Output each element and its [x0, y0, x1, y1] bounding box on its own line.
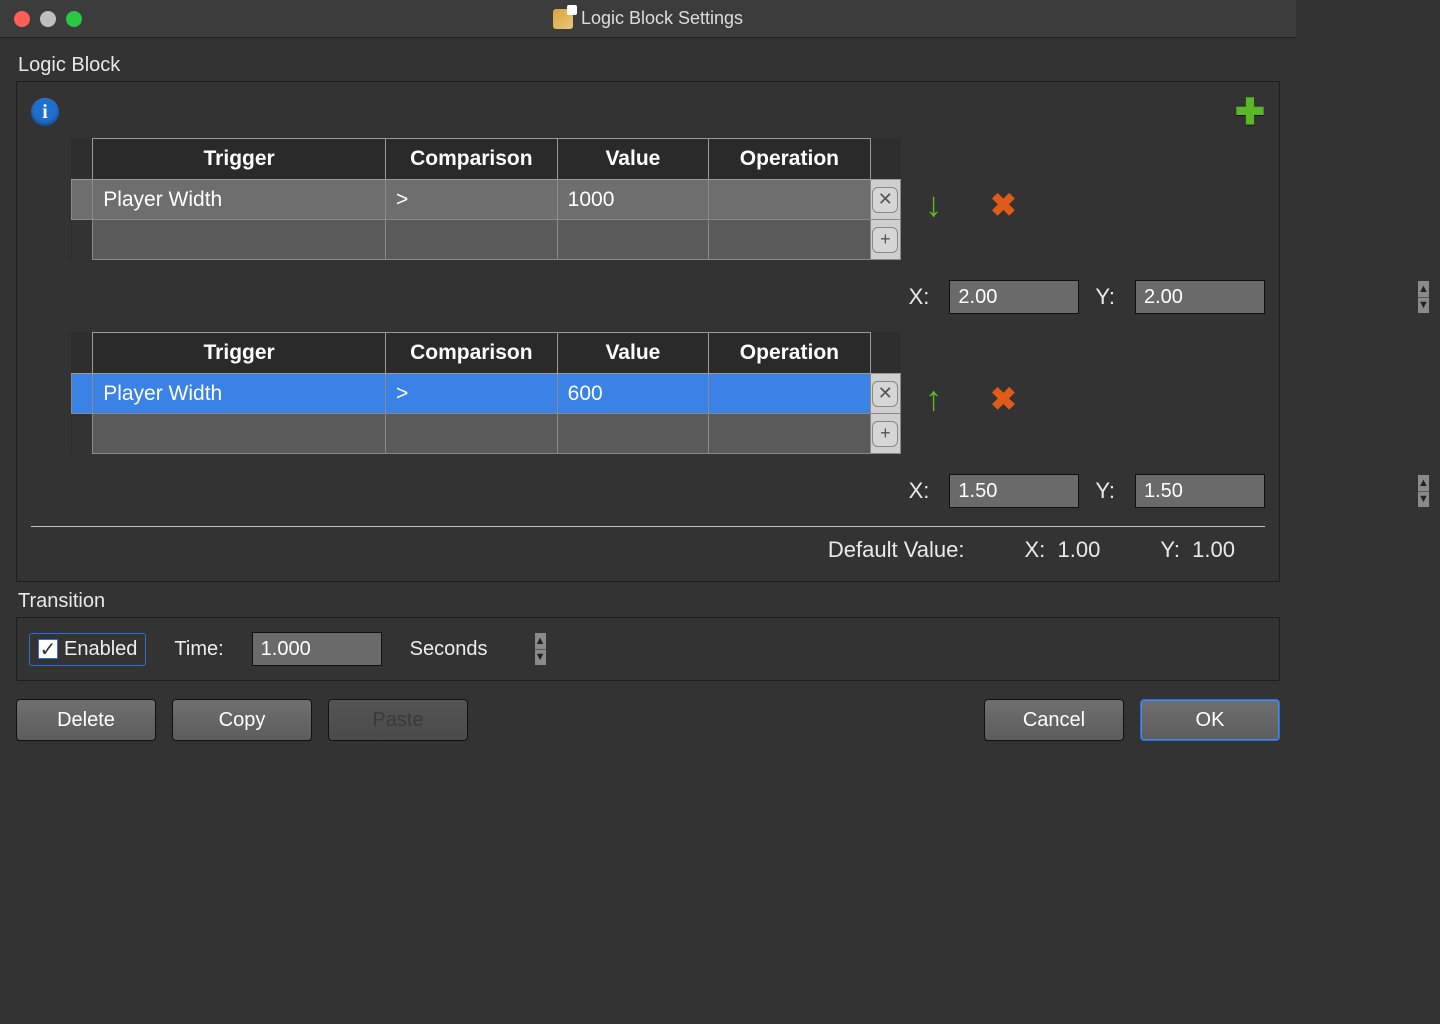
- x-spinner[interactable]: ▲▼: [949, 474, 1079, 508]
- cell-value[interactable]: 600: [557, 374, 708, 414]
- default-y-label: Y:: [1160, 537, 1180, 562]
- col-value: Value: [557, 333, 708, 374]
- y-input[interactable]: [1136, 475, 1417, 507]
- cell-trigger[interactable]: Player Width: [93, 180, 386, 220]
- default-x-value: 1.00: [1058, 537, 1101, 562]
- time-label: Time:: [174, 638, 223, 661]
- add-row-button[interactable]: +: [872, 421, 898, 447]
- remove-block-button[interactable]: ✖: [990, 186, 1017, 224]
- time-spinner[interactable]: ▲▼: [252, 632, 382, 666]
- empty-row: +: [72, 220, 901, 260]
- cell-trigger[interactable]: Player Width: [93, 374, 386, 414]
- default-x-label: X:: [1025, 537, 1046, 562]
- cell-comparison[interactable]: >: [386, 374, 558, 414]
- y-spinner[interactable]: ▲▼: [1135, 280, 1265, 314]
- enabled-label: Enabled: [64, 638, 137, 661]
- condition-table: Trigger Comparison Value Operation Playe…: [71, 332, 901, 454]
- y-label: Y:: [1095, 284, 1115, 310]
- move-up-button[interactable]: ↑: [925, 382, 942, 416]
- spin-up[interactable]: ▲: [535, 633, 546, 650]
- spin-down[interactable]: ▼: [1418, 492, 1429, 508]
- remove-row-button[interactable]: ✕: [872, 381, 898, 407]
- y-spinner[interactable]: ▲▼: [1135, 474, 1265, 508]
- remove-row-button[interactable]: ✕: [872, 187, 898, 213]
- app-icon: [553, 9, 573, 29]
- col-trigger: Trigger: [93, 139, 386, 180]
- drag-handle-icon[interactable]: [72, 180, 93, 220]
- y-input[interactable]: [1136, 281, 1417, 313]
- condition-row[interactable]: Player Width > 600 ✕: [72, 374, 901, 414]
- condition-block: Trigger Comparison Value Operation Playe…: [31, 332, 1265, 508]
- y-label: Y:: [1095, 478, 1115, 504]
- condition-row[interactable]: Player Width > 1000 ✕: [72, 180, 901, 220]
- delete-button[interactable]: Delete: [16, 699, 156, 741]
- logic-block-section-label: Logic Block: [18, 54, 1280, 77]
- cell-operation[interactable]: [709, 180, 871, 220]
- col-comparison: Comparison: [386, 333, 558, 374]
- col-operation: Operation: [709, 333, 871, 374]
- logic-block-panel: i ✚ Trigger Comparison Value Operation: [16, 81, 1280, 582]
- paste-button: Paste: [328, 699, 468, 741]
- spin-up[interactable]: ▲: [1418, 281, 1429, 298]
- default-value-label: Default Value:: [828, 537, 965, 563]
- remove-block-button[interactable]: ✖: [990, 380, 1017, 418]
- copy-button[interactable]: Copy: [172, 699, 312, 741]
- add-block-button[interactable]: ✚: [1235, 94, 1265, 130]
- ok-button[interactable]: OK: [1140, 699, 1280, 741]
- cell-value[interactable]: 1000: [557, 180, 708, 220]
- enabled-checkbox[interactable]: ✓: [38, 639, 58, 659]
- transition-section-label: Transition: [18, 590, 1280, 613]
- time-input[interactable]: [253, 633, 534, 665]
- add-row-button[interactable]: +: [872, 227, 898, 253]
- close-window-button[interactable]: [14, 11, 30, 27]
- titlebar: Logic Block Settings: [0, 0, 1296, 38]
- condition-block: Trigger Comparison Value Operation Playe…: [31, 138, 1265, 314]
- window-controls: [0, 11, 82, 27]
- transition-panel: ✓ Enabled Time: ▲▼ Seconds: [16, 617, 1280, 681]
- minimize-window-button[interactable]: [40, 11, 56, 27]
- default-y-value: 1.00: [1192, 537, 1235, 562]
- col-trigger: Trigger: [93, 333, 386, 374]
- info-icon[interactable]: i: [31, 98, 59, 126]
- spin-down[interactable]: ▼: [1418, 298, 1429, 314]
- x-label: X:: [909, 284, 930, 310]
- window-title: Logic Block Settings: [581, 8, 743, 29]
- divider: [31, 526, 1265, 527]
- cell-operation[interactable]: [709, 374, 871, 414]
- cell-comparison[interactable]: >: [386, 180, 558, 220]
- maximize-window-button[interactable]: [66, 11, 82, 27]
- x-label: X:: [909, 478, 930, 504]
- col-comparison: Comparison: [386, 139, 558, 180]
- move-down-button[interactable]: ↓: [925, 188, 942, 222]
- time-unit-label: Seconds: [410, 638, 488, 661]
- cancel-button[interactable]: Cancel: [984, 699, 1124, 741]
- col-value: Value: [557, 139, 708, 180]
- col-operation: Operation: [709, 139, 871, 180]
- condition-table: Trigger Comparison Value Operation Playe…: [71, 138, 901, 260]
- spin-down[interactable]: ▼: [535, 650, 546, 666]
- empty-row: +: [72, 414, 901, 454]
- x-spinner[interactable]: ▲▼: [949, 280, 1079, 314]
- spin-up[interactable]: ▲: [1418, 475, 1429, 492]
- drag-handle-icon[interactable]: [72, 374, 93, 414]
